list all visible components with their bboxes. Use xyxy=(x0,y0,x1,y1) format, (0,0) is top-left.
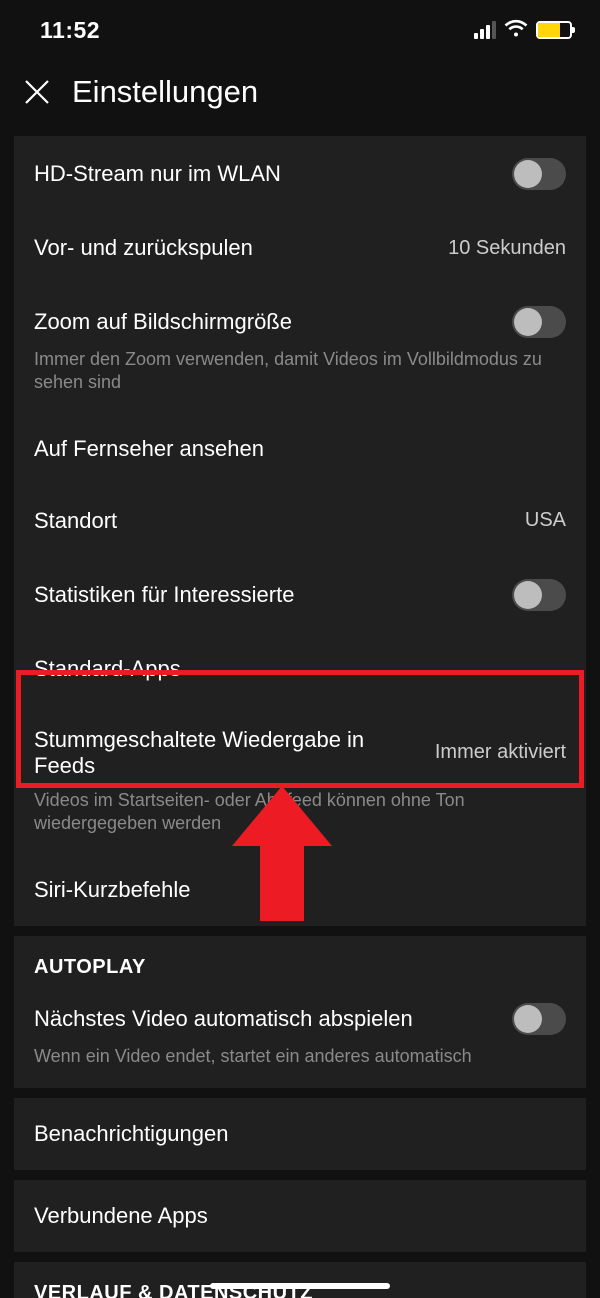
row-subtext: Wenn ein Video endet, startet ein andere… xyxy=(34,1045,482,1068)
toggle-stats[interactable] xyxy=(512,579,566,611)
row-zoom[interactable]: Zoom auf Bildschirmgröße Immer den Zoom … xyxy=(14,284,586,413)
row-label: Siri-Kurzbefehle xyxy=(34,877,191,903)
close-icon[interactable] xyxy=(22,77,52,107)
settings-group-notifications: Benachrichtigungen xyxy=(14,1098,586,1170)
battery-icon xyxy=(536,21,572,39)
row-subtext: Immer den Zoom verwenden, damit Videos i… xyxy=(34,348,566,395)
row-autoplay-next[interactable]: Nächstes Video automatisch abspielen Wen… xyxy=(14,989,586,1088)
section-heading-autoplay: AUTOPLAY xyxy=(14,936,586,989)
row-notifications[interactable]: Benachrichtigungen xyxy=(14,1098,586,1170)
row-tv[interactable]: Auf Fernseher ansehen xyxy=(14,413,586,485)
toggle-zoom[interactable] xyxy=(512,306,566,338)
row-label: Standort xyxy=(34,508,117,534)
home-indicator[interactable] xyxy=(210,1283,390,1289)
page-header: Einstellungen xyxy=(0,60,600,136)
row-label: Statistiken für Interessierte xyxy=(34,582,294,608)
row-label: Benachrichtigungen xyxy=(34,1121,228,1147)
row-value: Immer aktiviert xyxy=(435,741,566,764)
row-default-apps[interactable]: Standard-Apps xyxy=(14,633,586,705)
row-label: Zoom auf Bildschirmgröße xyxy=(34,309,292,335)
row-label: HD-Stream nur im WLAN xyxy=(34,161,281,187)
settings-group-connected-apps: Verbundene Apps xyxy=(14,1180,586,1252)
row-subtext: Videos im Startseiten- oder Abofeed könn… xyxy=(34,789,566,836)
settings-group-history: VERLAUF & DATENSCHUTZ Wiedergabeverlauf … xyxy=(14,1262,586,1298)
wifi-icon xyxy=(504,18,528,43)
status-bar: 11:52 xyxy=(0,0,600,60)
row-value: 10 Sekunden xyxy=(448,237,566,260)
row-siri[interactable]: Siri-Kurzbefehle xyxy=(14,854,586,926)
row-label: Vor- und zurückspulen xyxy=(34,235,253,261)
settings-group-general: HD-Stream nur im WLAN Vor- und zurückspu… xyxy=(14,136,586,926)
row-connected-apps[interactable]: Verbundene Apps xyxy=(14,1180,586,1252)
row-label: Auf Fernseher ansehen xyxy=(34,436,264,462)
cellular-signal-icon xyxy=(474,21,496,39)
row-hd-wlan[interactable]: HD-Stream nur im WLAN xyxy=(14,136,586,212)
toggle-autoplay-next[interactable] xyxy=(512,1003,566,1035)
status-time: 11:52 xyxy=(40,17,100,44)
row-label: Nächstes Video automatisch abspielen xyxy=(34,1006,413,1032)
section-heading-history: VERLAUF & DATENSCHUTZ xyxy=(14,1262,586,1298)
row-location[interactable]: Standort USA xyxy=(14,485,586,557)
row-label: Verbundene Apps xyxy=(34,1203,208,1229)
row-stats[interactable]: Statistiken für Interessierte xyxy=(14,557,586,633)
row-label: Stummgeschaltete Wiedergabe in Feeds xyxy=(34,727,423,779)
settings-group-autoplay: AUTOPLAY Nächstes Video automatisch absp… xyxy=(14,936,586,1088)
row-skip[interactable]: Vor- und zurückspulen 10 Sekunden xyxy=(14,212,586,284)
page-title: Einstellungen xyxy=(72,74,258,110)
row-label: Standard-Apps xyxy=(34,656,181,682)
row-value: USA xyxy=(525,509,566,532)
toggle-hd-wlan[interactable] xyxy=(512,158,566,190)
row-muted-feed[interactable]: Stummgeschaltete Wiedergabe in Feeds Imm… xyxy=(14,705,586,854)
status-icons xyxy=(474,18,572,43)
